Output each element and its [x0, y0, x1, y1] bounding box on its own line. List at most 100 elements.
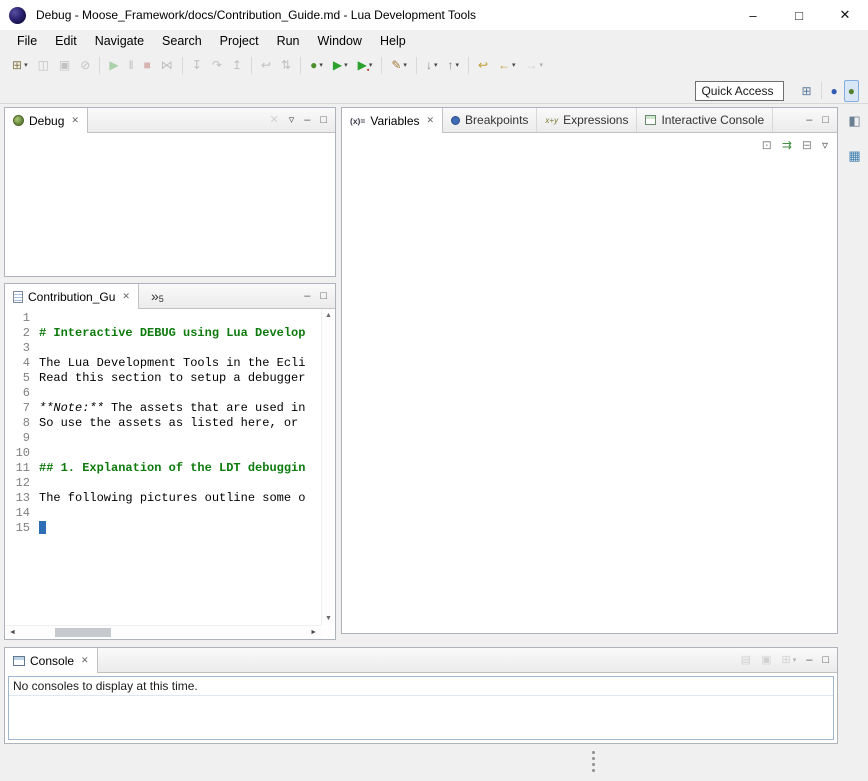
menu-project[interactable]: Project: [211, 31, 268, 51]
menu-edit[interactable]: Edit: [46, 31, 86, 51]
external-tools-icon[interactable]: ▶▪▾: [354, 54, 377, 76]
use-step-filters-icon[interactable]: ⇅: [277, 54, 295, 76]
display-selected-console-icon[interactable]: ▣: [757, 649, 775, 671]
editor-line[interactable]: 5Read this section to setup a debugger: [5, 371, 321, 386]
suspend-icon[interactable]: ‖: [125, 54, 138, 76]
step-into-icon[interactable]: ↧: [188, 54, 206, 76]
maximize-button[interactable]: □: [776, 0, 822, 30]
show-type-names-icon[interactable]: ⊡: [758, 134, 776, 156]
disconnect-icon[interactable]: ⋈: [157, 54, 177, 76]
step-return-icon[interactable]: ↥: [228, 54, 246, 76]
tab-breakpoints[interactable]: Breakpoints: [443, 108, 537, 132]
editor-line[interactable]: 2# Interactive DEBUG using Lua Develop: [5, 326, 321, 341]
minimize-icon[interactable]: ‒: [300, 109, 314, 131]
minimize-icon[interactable]: ‒: [802, 109, 816, 131]
remove-all-terminated-icon[interactable]: ✕: [265, 109, 282, 131]
save-icon[interactable]: ◫: [34, 54, 53, 76]
editor-line[interactable]: 12: [5, 476, 321, 491]
variables-content[interactable]: [342, 157, 837, 633]
new-wizard-icon[interactable]: ⊞▾: [8, 54, 32, 76]
drop-to-frame-icon[interactable]: ↩: [257, 54, 275, 76]
scrollbar-thumb[interactable]: [55, 628, 111, 637]
step-over-icon[interactable]: ↷: [208, 54, 226, 76]
editor-line[interactable]: 10: [5, 446, 321, 461]
menu-run[interactable]: Run: [268, 31, 309, 51]
minimize-icon[interactable]: ‒: [300, 285, 314, 307]
variables-view-actions: ‒□: [801, 108, 837, 132]
run-icon[interactable]: ▶▾: [329, 54, 352, 76]
menu-file[interactable]: File: [8, 31, 46, 51]
maximize-icon[interactable]: □: [316, 285, 331, 307]
resume-icon[interactable]: ▶: [105, 54, 122, 76]
maximize-icon[interactable]: □: [818, 109, 833, 131]
toolbar-separator: [182, 57, 183, 74]
lua-perspective-icon[interactable]: ●: [827, 80, 842, 102]
debug-icon[interactable]: ●▾: [306, 54, 327, 76]
close-icon[interactable]: ✕: [122, 291, 130, 302]
editor-line[interactable]: 4The Lua Development Tools in the Ecli: [5, 356, 321, 371]
scroll-up-icon[interactable]: ▲: [325, 312, 332, 319]
maximize-icon[interactable]: □: [316, 109, 331, 131]
quick-access-input[interactable]: Quick Access: [695, 81, 784, 101]
minimized-views-icon[interactable]: ▦: [844, 144, 864, 166]
tab-console[interactable]: Console ✕: [5, 648, 98, 673]
close-icon[interactable]: ✕: [427, 115, 435, 126]
view-menu-icon[interactable]: ▿: [818, 134, 832, 156]
scroll-down-icon[interactable]: ▼: [325, 615, 332, 622]
tab-contribution-guide[interactable]: Contribution_Gu ✕: [5, 284, 139, 309]
save-all-icon[interactable]: ▣: [55, 54, 74, 76]
menu-window[interactable]: Window: [309, 31, 371, 51]
editor-horizontal-scrollbar[interactable]: ◄ ►: [5, 625, 321, 639]
editor-line[interactable]: 8So use the assets as listed here, or: [5, 416, 321, 431]
sash-handle[interactable]: [592, 751, 595, 772]
skip-all-breakpoints-icon[interactable]: ⊘: [76, 54, 94, 76]
editor-lines[interactable]: 12# Interactive DEBUG using Lua Develop3…: [5, 311, 321, 625]
editor-line[interactable]: 3: [5, 341, 321, 356]
debug-perspective-icon[interactable]: ●: [844, 80, 859, 102]
forward-icon[interactable]: →▾: [522, 54, 548, 76]
close-icon[interactable]: ✕: [81, 655, 89, 666]
clear-console-icon[interactable]: ▤: [737, 649, 755, 671]
last-edit-location-icon[interactable]: ↩: [474, 54, 492, 76]
editor-line[interactable]: 14: [5, 506, 321, 521]
line-text: [39, 311, 321, 326]
restore-view-icon[interactable]: ◧: [844, 109, 864, 131]
tab-interactive-console[interactable]: Interactive Console: [637, 108, 773, 132]
menu-help[interactable]: Help: [371, 31, 415, 51]
maximize-icon[interactable]: □: [818, 649, 833, 671]
scroll-right-icon[interactable]: ►: [310, 629, 317, 636]
editor-line[interactable]: 1: [5, 311, 321, 326]
minimize-button[interactable]: –: [730, 0, 776, 30]
marker-icon[interactable]: ✎▾: [387, 54, 411, 76]
breakpoint-icon: [451, 116, 460, 125]
editor-line[interactable]: 15: [5, 521, 321, 536]
menu-search[interactable]: Search: [153, 31, 211, 51]
close-button[interactable]: ✕: [822, 0, 868, 30]
tab-variables[interactable]: (x)= Variables ✕: [342, 108, 443, 133]
view-menu-icon[interactable]: ▿: [285, 109, 299, 131]
editor-vertical-scrollbar[interactable]: ▲ ▼: [321, 309, 335, 625]
minimize-icon[interactable]: ‒: [802, 649, 816, 671]
editor-line[interactable]: 9: [5, 431, 321, 446]
scroll-left-icon[interactable]: ◄: [9, 629, 16, 636]
next-annotation-icon[interactable]: ↓▾: [422, 54, 442, 76]
editor-line[interactable]: 11## 1. Explanation of the LDT debuggin: [5, 461, 321, 476]
editor-line[interactable]: 13The following pictures outline some o: [5, 491, 321, 506]
close-icon[interactable]: ✕: [71, 115, 79, 126]
debug-content[interactable]: [5, 133, 335, 276]
menu-navigate[interactable]: Navigate: [86, 31, 153, 51]
tab-expressions[interactable]: x+y Expressions: [537, 108, 637, 132]
editor-line[interactable]: 6: [5, 386, 321, 401]
tab-debug[interactable]: Debug ✕: [5, 108, 88, 133]
watch-expressions-icon[interactable]: ⇉: [778, 134, 796, 156]
back-icon[interactable]: ←▾: [494, 54, 520, 76]
terminate-icon[interactable]: ■: [140, 54, 155, 76]
console-content[interactable]: No consoles to display at this time.: [8, 676, 834, 740]
open-console-icon[interactable]: ⊞▾: [777, 649, 800, 671]
open-perspective-icon[interactable]: ⊞: [797, 80, 815, 102]
collapse-all-icon[interactable]: ⊟: [798, 134, 816, 156]
editor-line[interactable]: 7**Note:** The assets that are used in: [5, 401, 321, 416]
editor-tab-overflow[interactable]: » 5: [145, 284, 170, 308]
toolbar-separator: [821, 82, 822, 99]
previous-annotation-icon[interactable]: ↑▾: [443, 54, 463, 76]
